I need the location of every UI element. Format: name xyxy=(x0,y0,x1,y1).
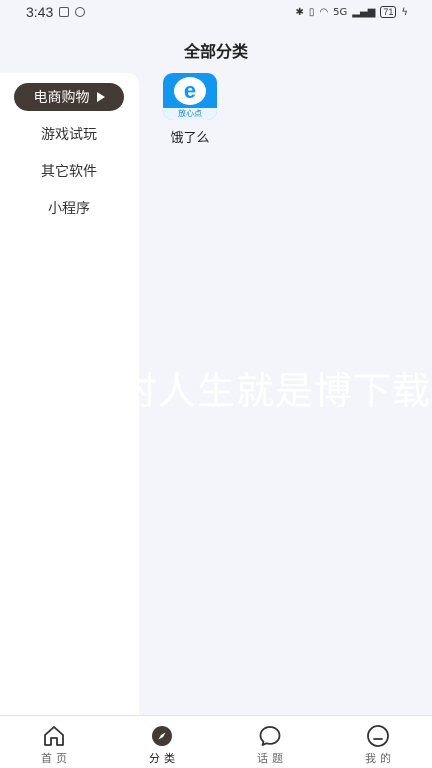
sidebar-item-label: 游戏试玩 xyxy=(41,127,97,143)
status-bar: 3:43 ✱ ▯ ◠ 5G ▂▄▆ 71 ϟ xyxy=(0,0,432,24)
bluetooth-icon: ✱ xyxy=(295,6,304,18)
watermark: 时人生就是博下载 xyxy=(139,360,432,416)
network-type: 5G xyxy=(333,6,348,18)
status-right: ✱ ▯ ◠ 5G ▂▄▆ 71 ϟ xyxy=(296,6,408,18)
status-time: 3:43 xyxy=(26,4,54,20)
page-title: 全部分类 xyxy=(183,42,248,61)
profile-face-icon xyxy=(367,725,389,747)
nav-label: 分类 xyxy=(149,752,179,765)
battery-level: 71 xyxy=(383,7,394,17)
sidebar-item-label: 小程序 xyxy=(48,201,90,217)
battery-icon: 71 xyxy=(380,6,397,18)
app-name: 饿了么 xyxy=(170,131,210,146)
vibrate-icon: ▯ xyxy=(308,6,315,18)
signal-icon: ▂▄▆ xyxy=(352,6,376,18)
sidebar-item-games[interactable]: 游戏试玩 xyxy=(14,120,124,148)
nav-label: 话题 xyxy=(257,752,287,765)
app-tile-eleme[interactable]: e 放心点 饿了么 xyxy=(160,73,220,146)
nav-item-topics[interactable]: 话题 xyxy=(216,716,324,768)
home-icon xyxy=(44,726,64,746)
category-sidebar: 电商购物 游戏试玩 其它软件 小程序 xyxy=(0,73,139,715)
wifi-icon: ◠ xyxy=(319,6,329,18)
sidebar-item-ecommerce[interactable]: 电商购物 xyxy=(14,83,124,111)
sidebar-item-other-software[interactable]: 其它软件 xyxy=(14,157,124,185)
sidebar-item-label: 电商购物 xyxy=(33,90,90,106)
watermark-text: 时人生就是博下载 xyxy=(139,369,432,413)
alarm-icon xyxy=(75,7,86,17)
nav-item-home[interactable]: 首页 xyxy=(0,716,108,768)
play-arrow-icon xyxy=(96,92,105,102)
sidebar-item-mini-programs[interactable]: 小程序 xyxy=(14,194,124,222)
nav-item-category[interactable]: 分类 xyxy=(108,716,216,768)
eleme-icon-caption: 放心点 xyxy=(163,108,217,120)
sidebar-item-label: 其它软件 xyxy=(41,164,97,180)
eleme-app-icon: e 放心点 xyxy=(163,73,217,120)
nav-label: 首页 xyxy=(41,752,71,765)
compass-icon xyxy=(152,726,172,746)
chat-bubble-icon xyxy=(259,726,281,746)
notification-icon xyxy=(59,7,70,17)
charging-icon: ϟ xyxy=(401,6,408,18)
nav-label: 我的 xyxy=(365,752,395,765)
status-left: 3:43 xyxy=(26,4,86,20)
eleme-logo-letter: e xyxy=(183,78,197,103)
eleme-logo-circle: e xyxy=(174,77,206,105)
bottom-nav: 首页 分类 话题 我的 xyxy=(0,715,432,768)
nav-item-profile[interactable]: 我的 xyxy=(324,716,432,768)
